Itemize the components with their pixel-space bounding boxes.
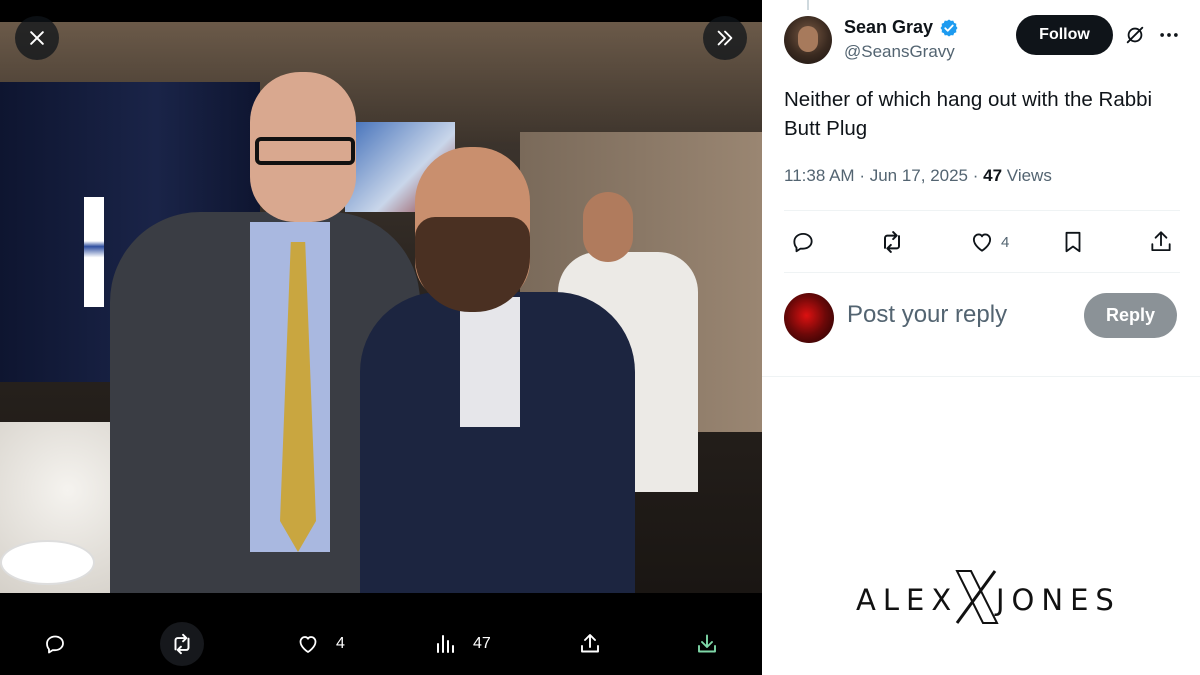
tweet-metadata: 11:38 AM · Jun 17, 2025 · 47 Views (784, 166, 1052, 186)
reply-button[interactable] (790, 222, 816, 262)
share-icon (581, 634, 599, 653)
media-views-button[interactable]: 47 (423, 613, 491, 675)
like-button[interactable]: 4 (969, 222, 1009, 262)
retweet-button[interactable] (878, 222, 906, 262)
retweet-icon (884, 231, 900, 253)
media-like-count: 4 (336, 635, 345, 652)
close-icon (30, 31, 44, 45)
divider (784, 210, 1180, 211)
media-reply-button[interactable] (33, 613, 83, 675)
bookmark-icon (1065, 231, 1081, 253)
watermark-text-right: JONES (996, 583, 1121, 617)
heart-icon (972, 233, 992, 252)
verified-badge-icon (940, 19, 958, 36)
divider (784, 272, 1180, 273)
grok-icon[interactable] (1124, 24, 1146, 46)
speech-bubble-icon (46, 635, 64, 654)
tweet-photo[interactable] (0, 22, 762, 593)
media-action-bar: 4 47 (0, 613, 762, 675)
reply-submit-button[interactable]: Reply (1084, 293, 1177, 338)
watermark-text-left: ALEX (856, 583, 959, 617)
author-name-row[interactable]: Sean Gray (844, 17, 959, 38)
heart-icon (299, 636, 317, 653)
share-icon (1151, 231, 1171, 252)
author-name[interactable]: Sean Gray (844, 17, 933, 38)
author-handle[interactable]: @SeansGravy (844, 42, 955, 62)
download-icon (698, 634, 716, 653)
current-user-avatar[interactable] (784, 293, 834, 343)
close-button[interactable] (15, 16, 59, 60)
double-chevron-right-icon (717, 30, 733, 46)
speech-bubble-icon (793, 232, 813, 253)
media-viewer: 4 47 (0, 0, 762, 675)
media-views-count: 47 (473, 635, 491, 652)
bar-chart-icon (437, 635, 454, 653)
bookmark-button[interactable] (1060, 222, 1086, 262)
retweet-icon (174, 633, 190, 655)
photo-flag (84, 197, 104, 307)
photo-person-right (360, 147, 635, 593)
tweet-panel: Sean Gray @SeansGravy Follow Neither of … (762, 0, 1200, 675)
watermark-logo: ALEX JONES (856, 565, 1126, 629)
avatar[interactable] (784, 16, 832, 64)
meta-separator: · (859, 166, 870, 185)
tweet-text: Neither of which hang out with the Rabbi… (784, 88, 1153, 140)
media-like-button[interactable]: 4 (286, 613, 345, 675)
tweet-views-label: Views (1006, 166, 1052, 185)
tweet-time[interactable]: 11:38 AM (784, 166, 855, 185)
tweet-views-count: 47 (983, 166, 1003, 185)
media-share-button[interactable] (568, 613, 612, 675)
tweet-date[interactable]: Jun 17, 2025 (870, 166, 968, 185)
photo-plate (0, 540, 95, 585)
follow-button[interactable]: Follow (1016, 15, 1113, 55)
thread-connector (807, 0, 809, 10)
media-download-button[interactable] (685, 613, 729, 675)
media-retweet-button[interactable] (160, 613, 210, 675)
like-count: 4 (1001, 233, 1010, 251)
share-button[interactable] (1148, 222, 1174, 262)
divider (762, 376, 1200, 377)
expand-panel-button[interactable] (703, 16, 747, 60)
reply-input[interactable]: Post your reply (847, 301, 1007, 329)
tweet-action-bar: 4 (784, 222, 1180, 262)
x-logo-icon (955, 570, 999, 624)
more-dots-icon[interactable] (1158, 24, 1180, 46)
meta-separator: · (972, 166, 984, 185)
